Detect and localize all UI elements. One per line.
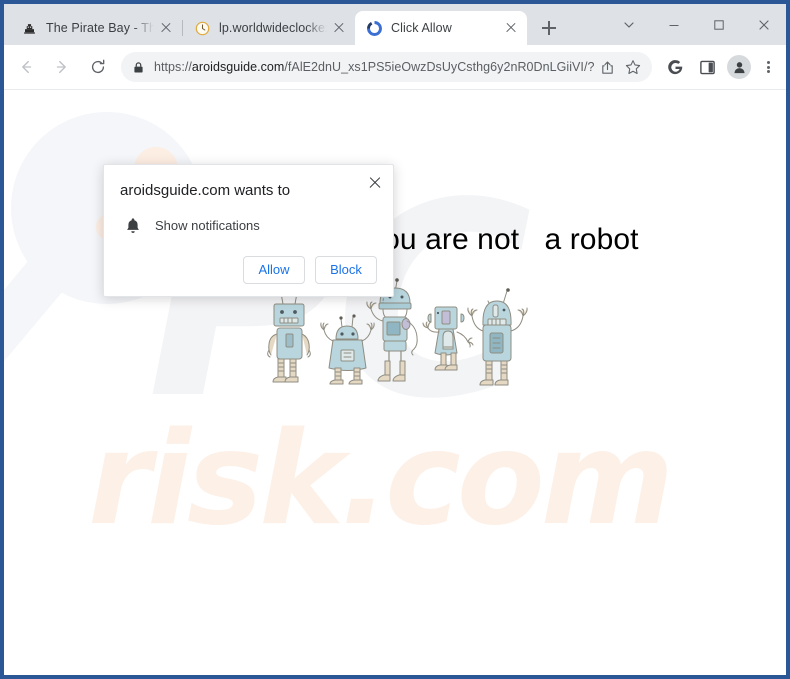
tab-title: lp.worldwideclockextens: [219, 21, 327, 35]
bell-icon: [125, 217, 141, 234]
block-button[interactable]: Block: [315, 255, 377, 284]
tab-click-allow[interactable]: Click Allow: [355, 11, 527, 45]
tab-close-icon[interactable]: [158, 20, 174, 36]
new-tab-button[interactable]: [535, 14, 563, 42]
tab-search-button[interactable]: [606, 4, 651, 45]
back-button[interactable]: [10, 51, 42, 83]
maximize-button[interactable]: [696, 4, 741, 45]
address-bar-url: https://aroidsguide.com/fAlE2dnU_xs1PS5i…: [154, 60, 594, 74]
forward-button[interactable]: [46, 51, 78, 83]
browser-window: The Pirate Bay - The gala lp.worldwidecl…: [0, 0, 790, 679]
site-icon: [366, 20, 382, 36]
robot-2: [320, 314, 375, 385]
tab-strip: The Pirate Bay - The gala lp.worldwidecl…: [4, 4, 786, 45]
permission-dialog-actions: Allow Block: [120, 255, 377, 284]
google-extension-icon[interactable]: [660, 52, 690, 82]
permission-dialog-title: aroidsguide.com wants to: [120, 182, 291, 199]
side-panel-icon[interactable]: [692, 52, 722, 82]
robot-5: [467, 288, 528, 386]
pirate-ship-icon: [21, 20, 37, 36]
three-dot-menu-icon[interactable]: [756, 52, 780, 82]
notification-permission-dialog: aroidsguide.com wants to Show notificati…: [103, 164, 394, 297]
minimize-button[interactable]: [651, 4, 696, 45]
close-icon[interactable]: [366, 174, 384, 192]
person-icon: [727, 55, 751, 79]
tab-pirate-bay[interactable]: The Pirate Bay - The gala: [10, 11, 182, 45]
allow-button[interactable]: Allow: [243, 255, 305, 284]
permission-label: Show notifications: [155, 217, 260, 233]
window-controls: [606, 4, 786, 45]
tab-close-icon[interactable]: [331, 20, 347, 36]
tab-worldwideclock[interactable]: lp.worldwideclockextens: [183, 11, 355, 45]
lock-icon[interactable]: [132, 61, 145, 74]
profile-avatar[interactable]: [724, 52, 754, 82]
tab-title: The Pirate Bay - The gala: [46, 21, 154, 35]
star-icon[interactable]: [620, 54, 646, 80]
robot-1: [267, 290, 311, 383]
robot-4: [422, 306, 474, 371]
permission-request-row: Show notifications: [120, 217, 377, 234]
page-viewport: PC risk.com Click "Allow" if you are not…: [4, 90, 786, 675]
tab-title: Click Allow: [391, 21, 452, 35]
close-button[interactable]: [741, 4, 786, 45]
address-bar[interactable]: https://aroidsguide.com/fAlE2dnU_xs1PS5i…: [121, 52, 652, 82]
tab-close-icon[interactable]: [503, 20, 519, 36]
share-icon[interactable]: [594, 54, 620, 80]
browser-toolbar: https://aroidsguide.com/fAlE2dnU_xs1PS5i…: [4, 45, 786, 89]
reload-button[interactable]: [82, 51, 114, 83]
clock-icon: [194, 20, 210, 36]
